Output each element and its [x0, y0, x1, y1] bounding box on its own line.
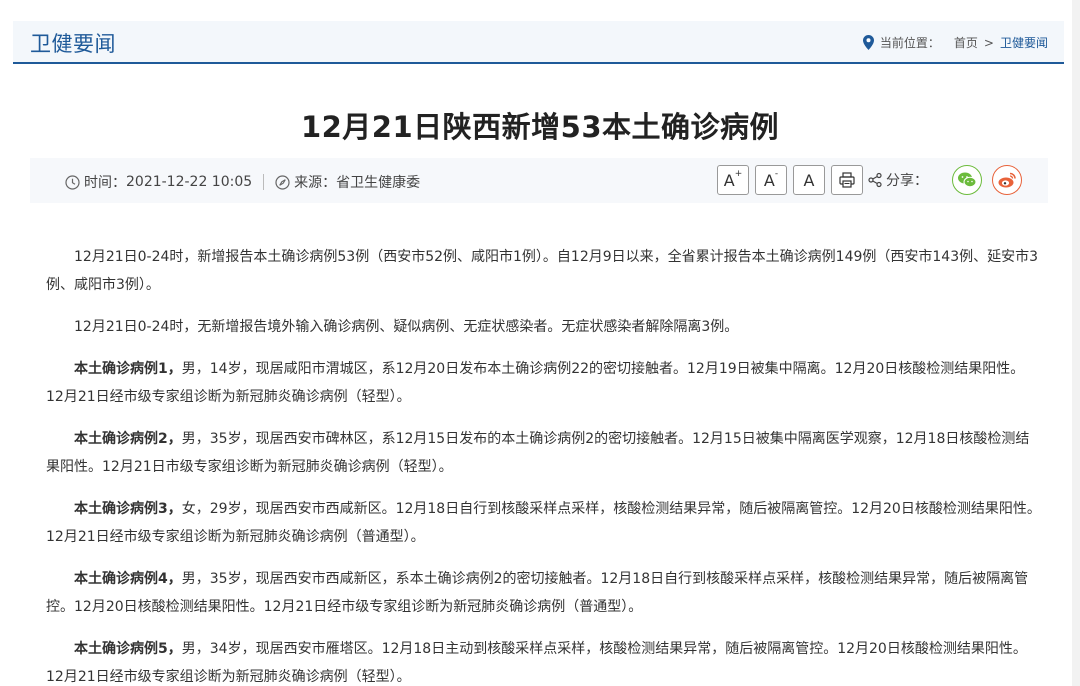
plus-icon: + [734, 169, 743, 179]
weibo-icon [998, 172, 1016, 188]
share-icon [868, 172, 882, 188]
time-label: 时间： [84, 175, 126, 191]
font-large-button[interactable]: A + [717, 165, 749, 195]
source-label: 来源： [294, 175, 337, 191]
font-small-button[interactable]: A- [755, 165, 787, 195]
section-header: 卫健要闻 当前位置： 首页 > 卫健要闻 [13, 21, 1064, 64]
paragraph-text: 男，34岁，现居西安市雁塔区。12月18日主动到核酸采样点采样，核酸检测结果异常… [46, 641, 1027, 685]
wechat-icon [958, 172, 977, 188]
paragraph-text: 男，35岁，现居西安市西咸新区，系本土确诊病例2的密切接触者。12月18日自行到… [46, 571, 1029, 615]
article-tools: A + A- A 分享： [717, 165, 1022, 195]
breadcrumb-home-link[interactable]: 首页 [954, 34, 978, 51]
meta-divider [263, 174, 265, 190]
compass-icon [275, 174, 290, 190]
paragraph-text: 12月21日0-24时，无新增报告境外输入确诊病例、疑似病例、无症状感染者。无症… [74, 319, 739, 335]
paragraph-text: 12月21日0-24时，新增报告本土确诊病例53例（西安市52例、咸阳市1例）。… [46, 249, 1039, 293]
article-paragraph: 本土确诊病例2，男，35岁，现居西安市碑林区，系12月15日发布的本土确诊病例2… [46, 425, 1041, 481]
share-wechat-button[interactable] [952, 165, 982, 195]
paragraph-lead: 本土确诊病例5， [74, 641, 182, 657]
breadcrumb-separator: > [983, 35, 994, 50]
font-normal-button[interactable]: A [793, 165, 825, 195]
paragraph-lead: 本土确诊病例4， [74, 571, 182, 587]
print-button[interactable] [831, 165, 863, 195]
article-paragraph: 本土确诊病例1，男，14岁，现居咸阳市渭城区，系12月20日发布本土确诊病例22… [46, 355, 1041, 411]
map-pin-icon [862, 35, 874, 50]
paragraph-lead: 本土确诊病例3， [74, 501, 182, 517]
share-label: 分享： [867, 170, 928, 190]
article-meta-info: 时间： 2021-12-22 10:05 来源： 省卫生健康委 [65, 172, 420, 192]
minus-icon: - [774, 169, 779, 179]
paragraph-text: 男，14岁，现居咸阳市渭城区，系12月20日发布本土确诊病例22的密切接触者。1… [46, 361, 1025, 405]
location-label: 当前位置： [879, 36, 940, 50]
article-content: 12月21日0-24时，新增报告本土确诊病例53例（西安市52例、咸阳市1例）。… [46, 243, 1041, 686]
time-value: 2021-12-22 10:05 [126, 174, 253, 190]
section-title: 卫健要闻 [30, 32, 116, 56]
breadcrumb: 当前位置： 首页 > 卫健要闻 [862, 34, 1048, 51]
paragraph-text: 女，29岁，现居西安市西咸新区。12月18日自行到核酸采样点采样，核酸检测结果异… [46, 501, 1041, 545]
article-paragraph: 本土确诊病例5，男，34岁，现居西安市雁塔区。12月18日主动到核酸采样点采样，… [46, 635, 1041, 686]
printer-icon [839, 172, 855, 188]
source-value: 省卫生健康委 [336, 175, 421, 191]
article-meta-bar: 时间： 2021-12-22 10:05 来源： 省卫生健康委 A+ A- A [30, 158, 1048, 203]
font-normal-label: A [803, 170, 815, 190]
share-weibo-button[interactable] [992, 165, 1022, 195]
font-large-label: A [723, 170, 735, 190]
clock-icon [65, 174, 80, 190]
paragraph-lead: 本土确诊病例1， [74, 361, 182, 377]
breadcrumb-current-link[interactable]: 卫健要闻 [1000, 34, 1048, 51]
article-paragraph: 12月21日0-24时，无新增报告境外输入确诊病例、疑似病例、无症状感染者。无症… [46, 313, 1041, 341]
share-text: 分享： [886, 173, 928, 189]
font-small-label: A [763, 170, 775, 190]
article-title: 12月21日陕西新增53本土确诊病例 [300, 110, 780, 144]
page-scrollbar[interactable] [1072, 0, 1080, 686]
paragraph-lead: 本土确诊病例2， [74, 431, 182, 447]
article-paragraph: 本土确诊病例4，男，35岁，现居西安市西咸新区，系本土确诊病例2的密切接触者。1… [46, 565, 1041, 621]
article-paragraph: 12月21日0-24时，新增报告本土确诊病例53例（西安市52例、咸阳市1例）。… [46, 243, 1041, 299]
paragraph-text: 男，35岁，现居西安市碑林区，系12月15日发布的本土确诊病例2的密切接触者。1… [46, 431, 1030, 475]
article-paragraph: 本土确诊病例3，女，29岁，现居西安市西咸新区。12月18日自行到核酸采样点采样… [46, 495, 1041, 551]
